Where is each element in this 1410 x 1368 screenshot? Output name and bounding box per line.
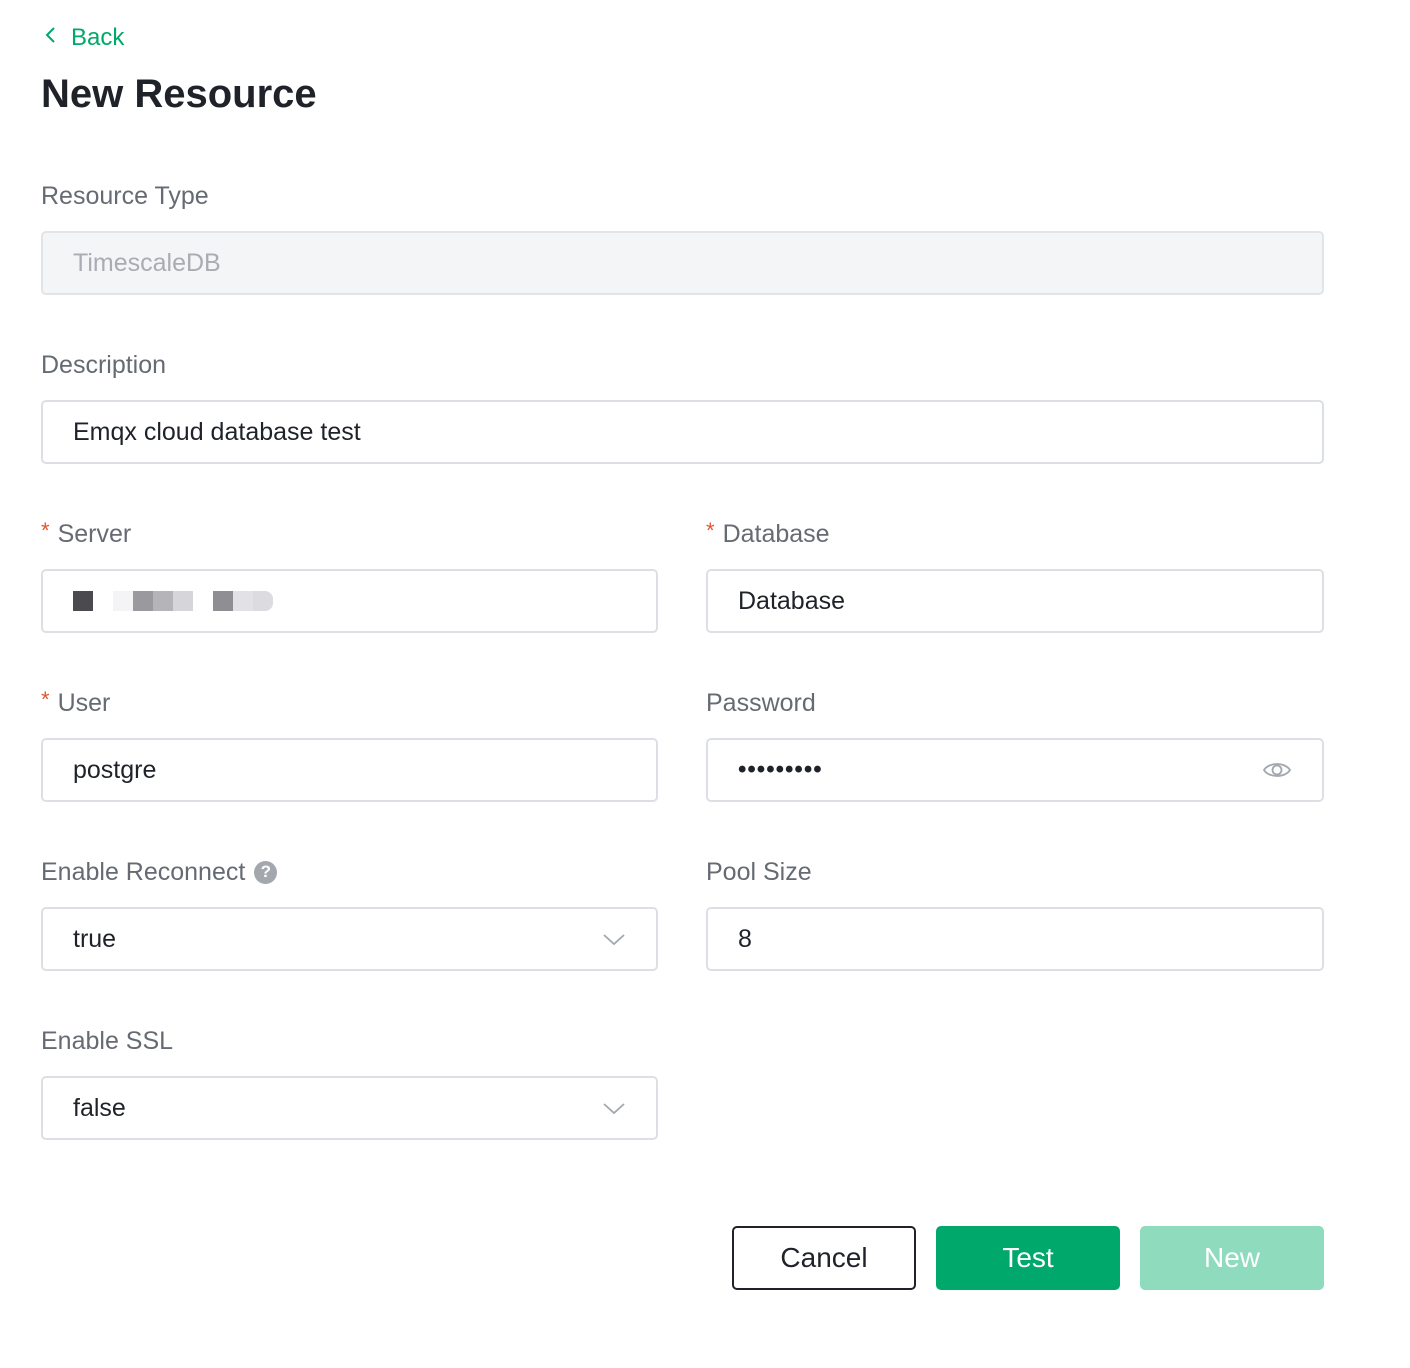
help-icon[interactable]: ? (254, 860, 278, 884)
description-value: Emqx cloud database test (73, 417, 361, 446)
server-input[interactable] (41, 569, 658, 633)
description-label: Description (41, 351, 167, 379)
enable-ssl-field: Enable SSL false (41, 1025, 658, 1140)
server-field: * Server (41, 518, 658, 633)
database-label: Database (722, 520, 830, 548)
enable-reconnect-value: true (73, 924, 117, 953)
pool-size-value: 8 (738, 924, 752, 953)
resource-type-value: TimescaleDB (73, 248, 221, 277)
test-button[interactable]: Test (936, 1226, 1120, 1290)
server-label: Server (57, 520, 132, 548)
enable-ssl-label: Enable SSL (41, 1027, 174, 1055)
cancel-button[interactable]: Cancel (732, 1226, 916, 1290)
required-mark: * (41, 518, 50, 543)
enable-ssl-value: false (73, 1093, 126, 1122)
pool-size-field: Pool Size 8 (706, 856, 1324, 971)
server-label-row: * Server (41, 518, 658, 550)
new-resource-page: Back New Resource Resource Type Timescal… (0, 0, 1410, 1368)
redacted-server-value (73, 581, 273, 621)
database-input[interactable]: Database (706, 569, 1324, 633)
user-value: postgre (73, 755, 157, 784)
new-button[interactable]: New (1140, 1226, 1324, 1290)
required-mark: * (41, 687, 50, 712)
password-label: Password (706, 689, 816, 717)
enable-reconnect-select[interactable]: true (41, 907, 658, 971)
page-title: New Resource (41, 72, 317, 116)
back-link[interactable]: Back (41, 24, 124, 52)
user-label: User (57, 689, 111, 717)
user-field: * User postgre (41, 687, 658, 802)
database-value: Database (738, 586, 846, 615)
database-field: * Database Database (706, 518, 1324, 633)
required-mark: * (706, 518, 715, 543)
eye-icon[interactable] (1262, 755, 1292, 785)
resource-type-input: TimescaleDB (41, 231, 1324, 295)
chevron-down-icon (602, 927, 626, 951)
chevron-down-icon (602, 1096, 626, 1120)
enable-ssl-select[interactable]: false (41, 1076, 658, 1140)
back-label: Back (71, 24, 125, 51)
enable-reconnect-label: Enable Reconnect (41, 858, 246, 886)
pool-size-label: Pool Size (706, 858, 812, 886)
user-input[interactable]: postgre (41, 738, 658, 802)
description-field: Description Emqx cloud database test (41, 349, 1324, 464)
user-label-row: * User (41, 687, 658, 719)
database-label-row: * Database (706, 518, 1324, 550)
pool-size-input[interactable]: 8 (706, 907, 1324, 971)
resource-type-field: Resource Type TimescaleDB (41, 180, 1324, 295)
enable-reconnect-field: Enable Reconnect ? true (41, 856, 658, 971)
password-value: ••••••••• (738, 756, 823, 783)
enable-reconnect-label-row: Enable Reconnect ? (41, 856, 658, 888)
resource-type-label: Resource Type (41, 182, 209, 210)
chevron-left-icon (41, 24, 61, 52)
password-field: Password ••••••••• (706, 687, 1324, 802)
description-input[interactable]: Emqx cloud database test (41, 400, 1324, 464)
password-input[interactable]: ••••••••• (706, 738, 1324, 802)
